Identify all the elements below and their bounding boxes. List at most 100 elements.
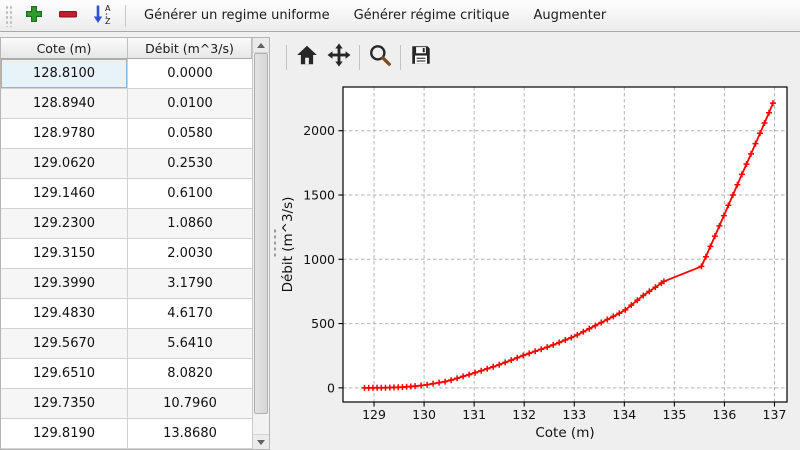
svg-text:132: 132 [512, 407, 536, 422]
column-header-cote[interactable]: Cote (m) [1, 38, 128, 58]
table-header: Cote (m) Débit (m^3/s) [1, 38, 269, 59]
table-row: 129.56705.6410 [1, 329, 252, 359]
cell-cote[interactable]: 129.6510 [1, 359, 128, 389]
cell-debit[interactable]: 4.6170 [128, 299, 252, 329]
plot-toolbar-separator [286, 45, 287, 70]
cell-cote[interactable]: 129.5670 [1, 329, 128, 359]
svg-text:133: 133 [562, 407, 586, 422]
pan-arrows-icon [327, 43, 351, 71]
pan-button[interactable] [323, 42, 355, 72]
cell-cote[interactable]: 128.8100 [1, 59, 128, 89]
arrow-down-icon [257, 440, 265, 445]
cell-debit[interactable]: 5.6410 [128, 329, 252, 359]
table-row: 128.89400.0100 [1, 89, 252, 119]
svg-text:129: 129 [362, 407, 386, 422]
cell-cote[interactable]: 128.8940 [1, 89, 128, 119]
sort-az-icon: A Z [91, 3, 113, 29]
svg-text:500: 500 [311, 316, 335, 331]
cell-cote[interactable]: 129.8190 [1, 419, 128, 449]
svg-text:136: 136 [712, 407, 736, 422]
svg-text:131: 131 [462, 407, 486, 422]
table-row: 129.39903.1790 [1, 269, 252, 299]
cell-cote[interactable]: 129.7350 [1, 389, 128, 419]
plot-toolbar-separator [400, 45, 401, 70]
cell-debit[interactable]: 10.7960 [128, 389, 252, 419]
table-row: 129.819013.8680 [1, 419, 252, 449]
svg-text:A: A [105, 4, 111, 13]
svg-text:1000: 1000 [303, 252, 335, 267]
table-row: 129.23001.0860 [1, 209, 252, 239]
sort-rows-button[interactable]: A Z [86, 2, 118, 29]
splitter-handle-icon [273, 228, 277, 258]
table-row: 129.65108.0820 [1, 359, 252, 389]
svg-text:135: 135 [662, 407, 686, 422]
rating-curve-chart[interactable]: 129 130 131 132 133 134 135 136 137 0 500 1000 1500 2… [280, 77, 800, 450]
x-axis-label: Cote (m) [535, 425, 594, 441]
y-axis-label: Débit (m^3/s) [280, 197, 296, 293]
table-scrollbar[interactable] [252, 38, 269, 449]
table-row: 129.14600.6100 [1, 179, 252, 209]
cell-debit[interactable]: 8.0820 [128, 359, 252, 389]
scrollbar-thumb[interactable] [254, 53, 268, 414]
svg-text:1500: 1500 [303, 188, 335, 203]
table-row: 129.06200.2530 [1, 149, 252, 179]
table-row: 129.48304.6170 [1, 299, 252, 329]
scroll-down-button[interactable] [253, 434, 269, 449]
y-tick-labels: 0 500 1000 1500 2000 [303, 123, 343, 395]
generate-uniform-regime-button[interactable]: Générer un regime uniforme [133, 3, 341, 28]
zoom-magnifier-icon [368, 43, 392, 71]
zoom-button[interactable] [364, 42, 396, 72]
cell-debit[interactable]: 1.0860 [128, 209, 252, 239]
cell-debit[interactable]: 0.0100 [128, 89, 252, 119]
cell-cote[interactable]: 128.9780 [1, 119, 128, 149]
table-body: 128.81000.0000128.89400.0100128.97800.05… [1, 59, 252, 449]
table-row: 128.97800.0580 [1, 119, 252, 149]
svg-text:134: 134 [612, 407, 636, 422]
svg-text:130: 130 [412, 407, 436, 422]
home-icon [295, 43, 319, 71]
table-row: 129.31502.0030 [1, 239, 252, 269]
toolbar-separator [125, 5, 126, 27]
panel-splitter[interactable] [270, 32, 280, 450]
table-row: 129.735010.7960 [1, 389, 252, 419]
main-toolbar: A Z Générer un regime uniforme Générer r… [0, 0, 800, 32]
scroll-up-button[interactable] [253, 38, 269, 53]
cell-cote[interactable]: 129.3150 [1, 239, 128, 269]
cell-cote[interactable]: 129.3990 [1, 269, 128, 299]
plot-toolbar-separator [359, 45, 360, 70]
cell-debit[interactable]: 0.2530 [128, 149, 252, 179]
toolbar-drag-handle[interactable] [5, 5, 12, 27]
home-button[interactable] [291, 42, 323, 72]
x-tick-labels: 129 130 131 132 133 134 135 136 137 [362, 402, 786, 422]
cell-cote[interactable]: 129.2300 [1, 209, 128, 239]
save-button[interactable] [405, 42, 437, 72]
cell-debit[interactable]: 13.8680 [128, 419, 252, 449]
app-window: A Z Générer un regime uniforme Générer r… [0, 0, 800, 450]
rating-curve-table: Cote (m) Débit (m^3/s) 128.81000.0000128… [0, 37, 270, 450]
plot-panel: 129 130 131 132 133 134 135 136 137 0 500 1000 1500 2… [280, 32, 800, 450]
cell-debit[interactable]: 0.6100 [128, 179, 252, 209]
svg-text:0: 0 [327, 380, 335, 395]
plus-icon [24, 4, 44, 28]
cell-cote[interactable]: 129.0620 [1, 149, 128, 179]
remove-row-button[interactable] [52, 2, 84, 29]
cell-debit[interactable]: 0.0000 [128, 59, 252, 89]
axes-background [343, 87, 787, 402]
add-row-button[interactable] [18, 2, 50, 29]
svg-text:Z: Z [105, 17, 111, 25]
minus-icon [57, 4, 79, 28]
generate-critical-regime-button[interactable]: Générer régime critique [343, 3, 521, 28]
table-row: 128.81000.0000 [1, 59, 252, 89]
svg-text:137: 137 [763, 407, 787, 422]
column-header-debit[interactable]: Débit (m^3/s) [128, 38, 252, 58]
save-floppy-icon [409, 43, 433, 71]
cell-debit[interactable]: 3.1790 [128, 269, 252, 299]
svg-text:2000: 2000 [303, 123, 335, 138]
cell-debit[interactable]: 0.0580 [128, 119, 252, 149]
cell-cote[interactable]: 129.4830 [1, 299, 128, 329]
augment-button[interactable]: Augmenter [522, 3, 617, 28]
cell-cote[interactable]: 129.1460 [1, 179, 128, 209]
cell-debit[interactable]: 2.0030 [128, 239, 252, 269]
plot-toolbar [282, 41, 437, 73]
arrow-up-icon [257, 43, 265, 48]
